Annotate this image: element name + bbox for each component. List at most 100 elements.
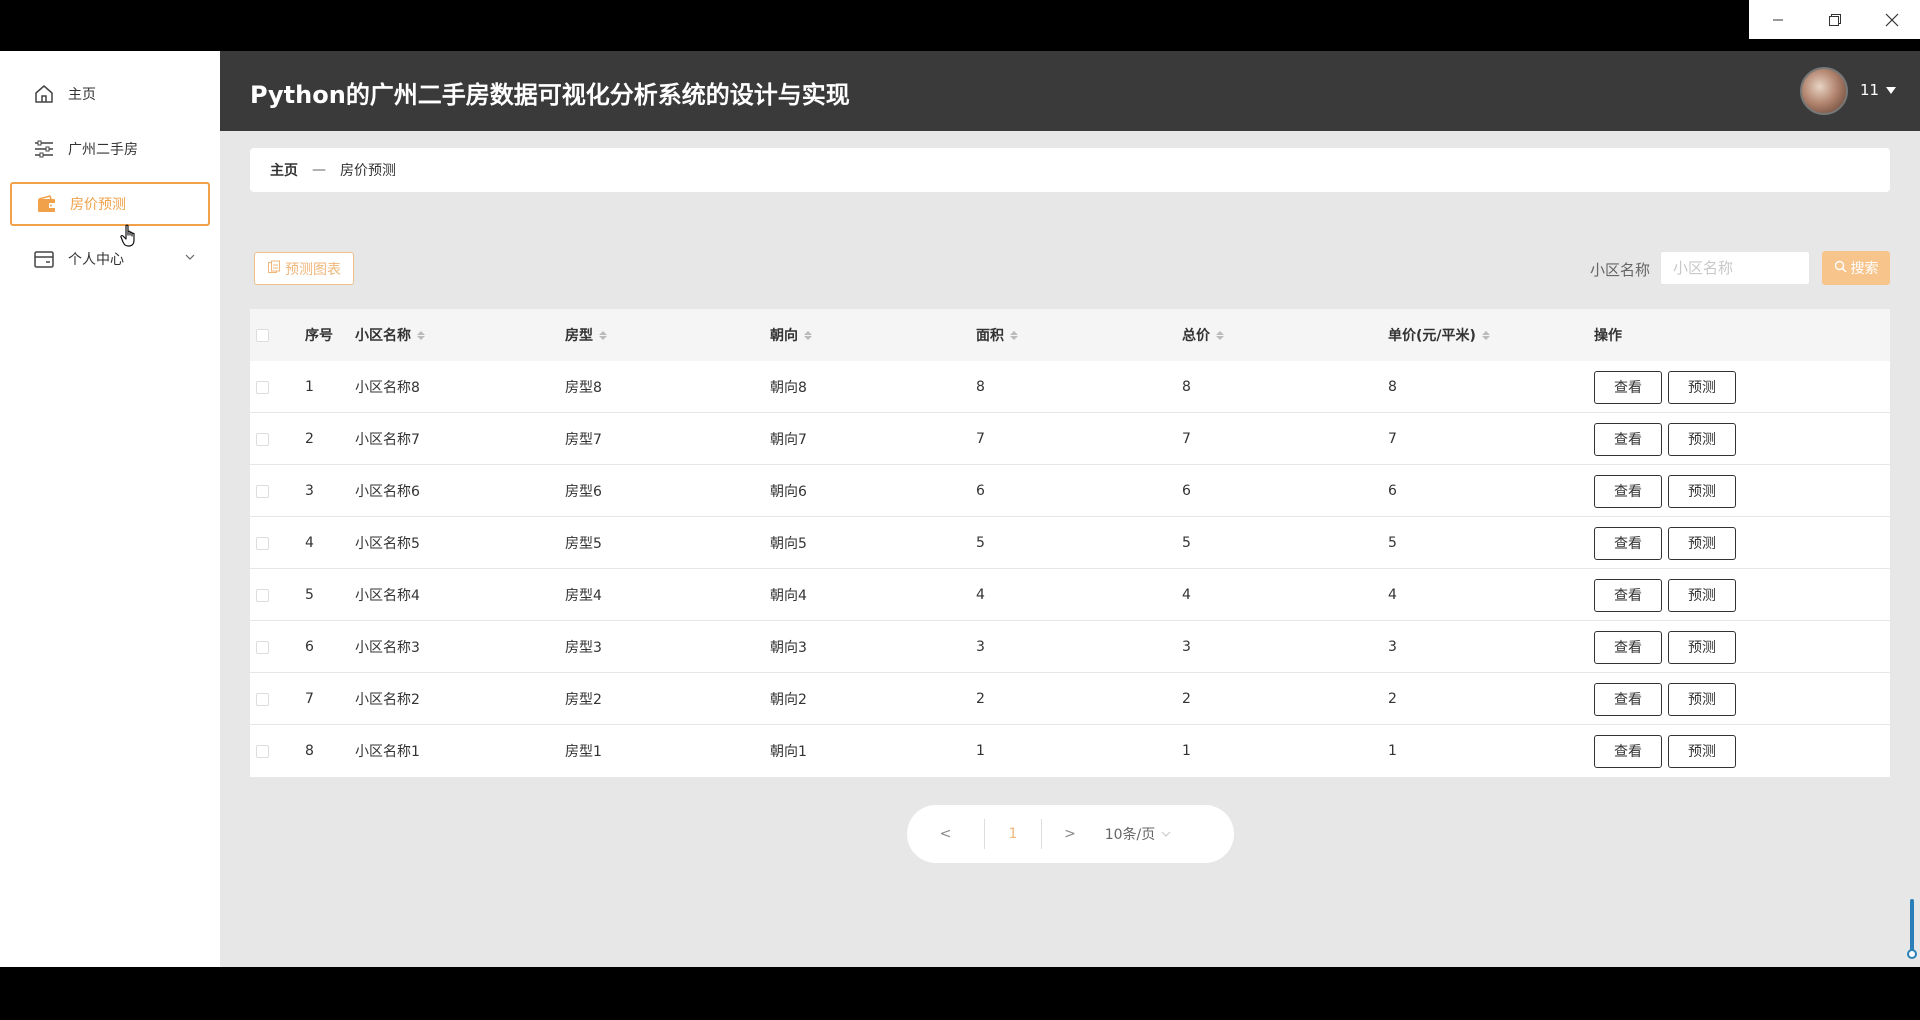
cell-house-type: 房型5 [565, 536, 602, 552]
view-button[interactable]: 查看 [1594, 630, 1662, 664]
prediction-chart-button[interactable]: 预测图表 [254, 252, 354, 285]
search-button-label: 搜索 [1850, 261, 1879, 277]
caret-down-icon [1885, 81, 1897, 99]
pagination: < 1 > 10条/页 [907, 805, 1234, 863]
cell-area: 7 [976, 431, 985, 447]
next-page-button[interactable]: > [1042, 826, 1098, 842]
cell-direction: 朝向1 [770, 744, 807, 760]
predict-button[interactable]: 预测 [1668, 526, 1736, 560]
search-label: 小区名称 [1590, 261, 1651, 279]
predict-button[interactable]: 预测 [1668, 734, 1736, 768]
minimize-icon[interactable] [1749, 0, 1806, 39]
row-checkbox[interactable] [256, 465, 269, 517]
table-row: 1 小区名称8 房型8 朝向8 8 8 8 查看 预测 [250, 361, 1890, 413]
page-title: Python的广州二手房数据可视化分析系统的设计与实现 [250, 81, 850, 109]
sort-icon [1216, 330, 1224, 340]
row-checkbox[interactable] [256, 725, 269, 777]
data-table: 序号 小区名称 房型 朝向 面积 总价 单价(元/平米) 操作 1 小区名称8 房型… [250, 309, 1890, 777]
prev-page-button[interactable]: < [907, 826, 984, 842]
view-button[interactable]: 查看 [1594, 526, 1662, 560]
column-header-type[interactable]: 房型 [565, 309, 607, 361]
view-button[interactable]: 查看 [1594, 474, 1662, 508]
sidebar-item-personal-center[interactable]: 个人中心 [10, 237, 210, 281]
predict-button[interactable]: 预测 [1668, 682, 1736, 716]
search-icon [1834, 260, 1847, 277]
cell-unit-price: 4 [1388, 587, 1397, 603]
username-label: 11 [1860, 81, 1880, 99]
page-size-select[interactable]: 10条/页 [1098, 824, 1178, 844]
cell-actions: 查看 预测 [1594, 517, 1742, 569]
title-bar [0, 0, 1920, 51]
scrollbar-thumb[interactable] [1910, 899, 1914, 955]
cell-direction: 朝向4 [770, 588, 807, 604]
cell-total-price: 3 [1182, 639, 1191, 655]
cell-house-type: 房型6 [565, 484, 602, 500]
cell-actions: 查看 预测 [1594, 725, 1742, 777]
view-button[interactable]: 查看 [1594, 578, 1662, 612]
scrollbar-handle[interactable] [1907, 949, 1917, 959]
avatar[interactable] [1800, 67, 1848, 115]
column-header-direction[interactable]: 朝向 [770, 309, 812, 361]
sidebar-item-guangzhou-houses[interactable]: 广州二手房 [10, 127, 210, 171]
table-row: 5 小区名称4 房型4 朝向4 4 4 4 查看 预测 [250, 569, 1890, 621]
cell-unit-price: 3 [1388, 639, 1397, 655]
row-checkbox[interactable] [256, 413, 269, 465]
column-header-total-price[interactable]: 总价 [1182, 309, 1224, 361]
cell-index: 3 [305, 483, 314, 499]
cell-house-type: 房型2 [565, 692, 602, 708]
search-input[interactable] [1660, 251, 1810, 285]
predict-button[interactable]: 预测 [1668, 370, 1736, 404]
close-icon[interactable] [1863, 0, 1920, 39]
search-button[interactable]: 搜索 [1822, 251, 1890, 285]
cell-direction: 朝向5 [770, 536, 807, 552]
breadcrumb-separator: — [312, 162, 326, 178]
cell-total-price: 7 [1182, 431, 1191, 447]
cell-actions: 查看 预测 [1594, 361, 1742, 413]
cell-index: 7 [305, 691, 314, 707]
sidebar-item-home[interactable]: 主页 [10, 72, 210, 116]
row-checkbox[interactable] [256, 569, 269, 621]
cell-community-name: 小区名称7 [355, 432, 420, 448]
sidebar-item-price-prediction[interactable]: 房价预测 [10, 182, 210, 226]
chart-icon [267, 260, 281, 278]
cell-unit-price: 2 [1388, 691, 1397, 707]
table-row: 8 小区名称1 房型1 朝向1 1 1 1 查看 预测 [250, 725, 1890, 777]
row-checkbox[interactable] [256, 621, 269, 673]
cell-actions: 查看 预测 [1594, 673, 1742, 725]
column-header-name[interactable]: 小区名称 [355, 309, 425, 361]
breadcrumb-home[interactable]: 主页 [270, 160, 298, 180]
restore-icon[interactable] [1806, 0, 1863, 39]
view-button[interactable]: 查看 [1594, 370, 1662, 404]
cell-house-type: 房型4 [565, 588, 602, 604]
predict-button[interactable]: 预测 [1668, 474, 1736, 508]
page-number-1[interactable]: 1 [985, 826, 1041, 842]
page-size-label: 10条/页 [1104, 827, 1156, 843]
view-button[interactable]: 查看 [1594, 682, 1662, 716]
view-button[interactable]: 查看 [1594, 734, 1662, 768]
cell-total-price: 6 [1182, 483, 1191, 499]
column-header-unit-price[interactable]: 单价(元/平米) [1388, 309, 1490, 361]
bottom-bar [0, 967, 1920, 1020]
cell-community-name: 小区名称4 [355, 588, 420, 604]
column-header-area[interactable]: 面积 [976, 309, 1018, 361]
row-checkbox[interactable] [256, 673, 269, 725]
predict-button[interactable]: 预测 [1668, 422, 1736, 456]
cell-total-price: 5 [1182, 535, 1191, 551]
table-row: 6 小区名称3 房型3 朝向3 3 3 3 查看 预测 [250, 621, 1890, 673]
home-icon [32, 82, 56, 106]
cell-index: 4 [305, 535, 314, 551]
predict-button[interactable]: 预测 [1668, 578, 1736, 612]
sort-icon [599, 330, 607, 340]
sidebar-item-label: 个人中心 [68, 252, 124, 268]
user-menu[interactable]: 11 [1860, 81, 1897, 99]
row-checkbox[interactable] [256, 361, 269, 413]
select-all-checkbox[interactable] [256, 309, 269, 361]
predict-button[interactable]: 预测 [1668, 630, 1736, 664]
sliders-icon [32, 137, 56, 161]
cell-index: 5 [305, 587, 314, 603]
app-window: 主页 广州二手房 房价预测 个人中心 Python的广州二手房数据可视化分析系统… [0, 51, 1920, 967]
row-checkbox[interactable] [256, 517, 269, 569]
sidebar-item-label: 广州二手房 [68, 142, 138, 158]
view-button[interactable]: 查看 [1594, 422, 1662, 456]
cell-direction: 朝向3 [770, 640, 807, 656]
